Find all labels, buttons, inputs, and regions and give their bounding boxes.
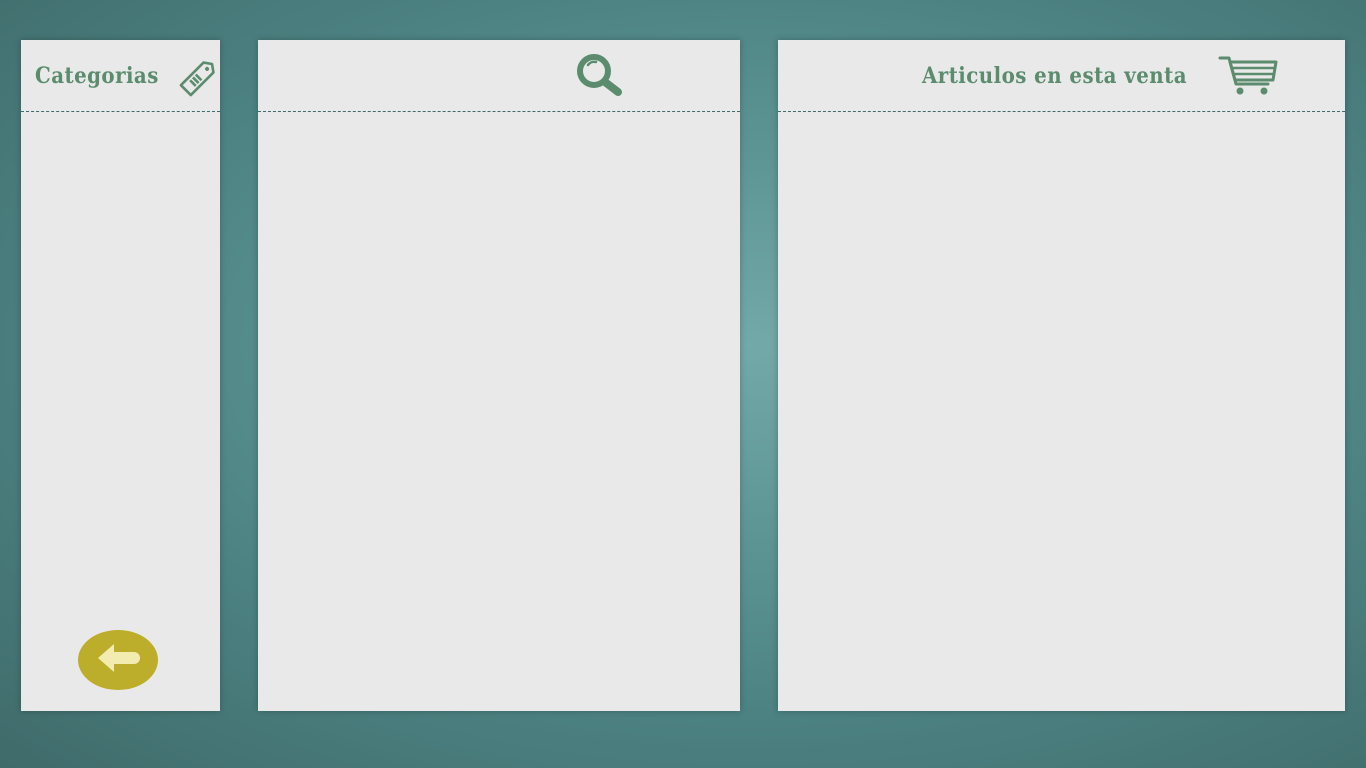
categories-header: Categorias: [21, 40, 220, 112]
tag-icon: [179, 55, 221, 97]
products-panel: [258, 40, 740, 711]
cart-header: Articulos en esta venta: [778, 40, 1345, 112]
search-icon[interactable]: [574, 52, 626, 100]
arrow-left-icon: [94, 641, 142, 679]
products-header: [258, 40, 740, 112]
cart-icon: [1218, 54, 1278, 98]
back-button[interactable]: [78, 630, 158, 690]
categories-panel: Categorias: [21, 40, 220, 711]
categories-title: Categorias: [35, 62, 159, 89]
cart-title: Articulos en esta venta: [922, 62, 1188, 89]
cart-panel: Articulos en esta venta: [778, 40, 1345, 711]
